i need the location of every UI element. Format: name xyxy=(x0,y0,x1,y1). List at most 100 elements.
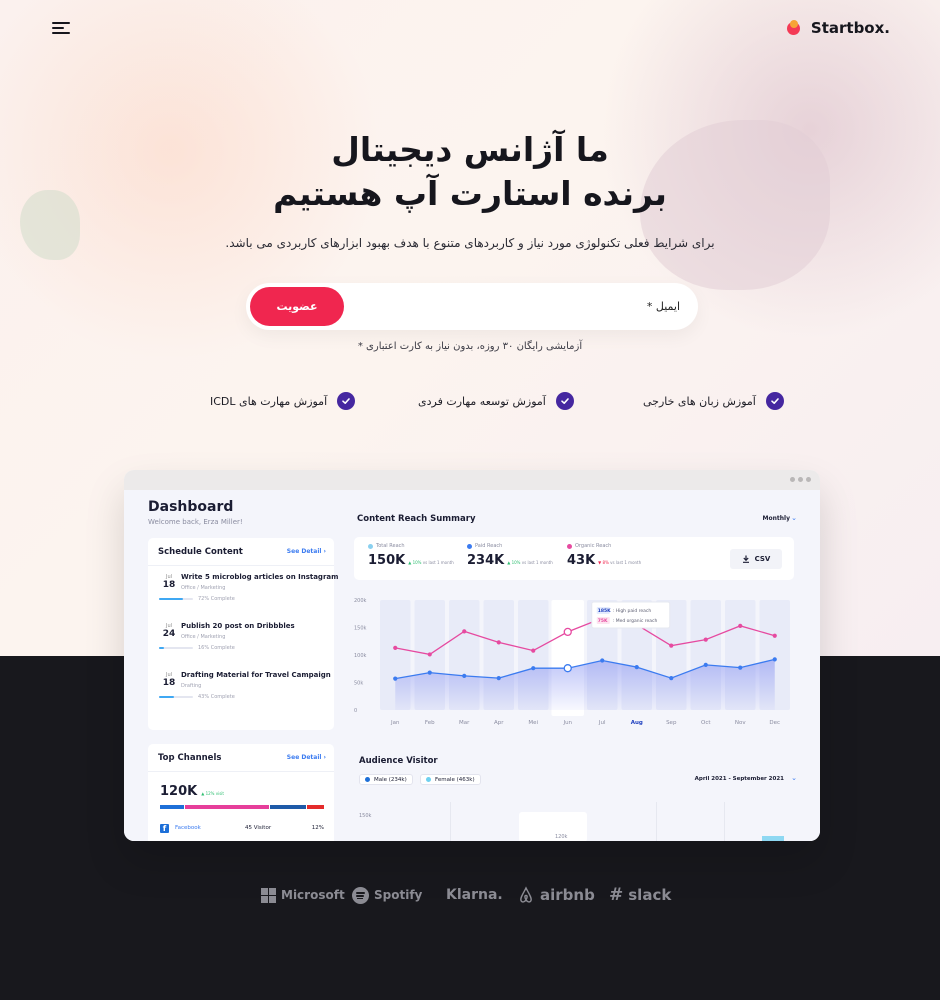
dashboard-welcome: Welcome back, Erza Miller! xyxy=(148,518,243,526)
facebook-icon: f xyxy=(160,824,169,833)
reach-title: Content Reach Summary xyxy=(357,514,476,524)
task-title: Write 5 microblog articles on Instagram xyxy=(181,573,339,581)
legend-male[interactable]: Male (234k) xyxy=(359,774,413,785)
stat-paid: Paid Reach 234K ▲ 10% vs last 1 month xyxy=(467,543,553,568)
tooltip-value: 75K xyxy=(598,618,608,624)
y-tick-label: 0 xyxy=(354,708,357,714)
stat-value: 150K xyxy=(368,553,406,568)
series-point xyxy=(496,640,501,645)
series-point xyxy=(669,676,674,681)
paid-dot-icon xyxy=(467,543,472,549)
channel-row[interactable]: f Facebook 45 Visitor 12% xyxy=(160,824,324,834)
feature-label: آموزش زبان های خارجی xyxy=(643,394,756,408)
schedule-title: Schedule Content xyxy=(158,547,243,557)
series-point xyxy=(496,676,501,681)
audience-axis-label: 150k xyxy=(359,813,372,819)
channels-title: Top Channels xyxy=(158,753,222,763)
channels-total: 120K xyxy=(160,784,198,799)
partner-logos: Microsoft Spotify Klarna. airbnb # slack xyxy=(0,884,940,906)
top-channels-card: Top Channels See Detail › 120K ▲ 12% vis… xyxy=(148,744,334,841)
total-dot-icon xyxy=(368,543,373,549)
x-tick-label: Aug xyxy=(631,720,643,726)
hero-title: ما آژانس دیجیتال برنده استارت آپ هستیم xyxy=(0,128,940,216)
channels-share-bar xyxy=(160,805,325,809)
series-point xyxy=(600,658,605,663)
x-tick-label: Jan xyxy=(390,720,400,726)
y-tick-label: 150k xyxy=(354,626,367,632)
task-progress-label: 16% Complete xyxy=(198,645,235,651)
feature-item: آموزش مهارت های ICDL xyxy=(210,392,356,410)
task-tags: Office / Marketing xyxy=(181,634,226,640)
x-tick-label: Sep xyxy=(666,720,677,726)
feature-item: آموزش توسعه مهارت فردی xyxy=(418,392,574,410)
series-point xyxy=(393,645,398,650)
period-select[interactable]: Monthly xyxy=(763,515,790,522)
x-tick-label: Dec xyxy=(769,720,780,726)
task-tags: Drafting xyxy=(181,683,202,689)
logo-mark-icon xyxy=(786,20,803,36)
channel-percent: 12% xyxy=(311,825,324,831)
tooltip-value: 185K xyxy=(598,608,611,614)
feature-item: آموزش زبان های خارجی xyxy=(643,392,784,410)
series-point xyxy=(772,657,777,662)
stat-organic: Organic Reach 43K ▼ 8% vs last 1 month xyxy=(567,543,642,568)
dashboard-title: Dashboard xyxy=(148,499,234,515)
schedule-card: Schedule Content See Detail › Jul 18 Writ… xyxy=(148,538,338,730)
check-circle-icon xyxy=(337,392,356,410)
series-point xyxy=(393,676,398,681)
schedule-see-detail-link[interactable]: See Detail › xyxy=(287,548,326,555)
hero-title-line2: برنده استارت آپ هستیم xyxy=(273,174,667,213)
chevron-down-icon[interactable]: ⌄ xyxy=(791,514,797,522)
audience-date-range[interactable]: April 2021 - September 2021 xyxy=(695,776,784,782)
slack-icon: # xyxy=(609,885,624,905)
task-item[interactable]: Jul 18 Drafting Material for Travel Campa… xyxy=(158,670,331,712)
window-dots-icon xyxy=(790,477,811,482)
slack-logo: # slack xyxy=(609,885,672,905)
stat-value: 43K xyxy=(567,553,596,568)
trial-note: آزمایشی رایگان ۳۰ روزه، بدون نیاز به کار… xyxy=(357,341,583,352)
task-tags: Office / Marketing xyxy=(181,585,226,591)
hero-title-line1: ما آژانس دیجیتال xyxy=(331,130,609,169)
series-point xyxy=(703,637,708,642)
task-progress-bar xyxy=(159,647,193,649)
channels-see-detail-link[interactable]: See Detail › xyxy=(287,754,326,761)
audience-bar xyxy=(762,836,784,841)
dashboard-preview: Dashboard Welcome back, Erza Miller! Sch… xyxy=(124,470,820,841)
microsoft-icon xyxy=(261,887,276,903)
legend-female[interactable]: Female (463k) xyxy=(420,774,481,785)
klarna-logo: Klarna. xyxy=(446,887,503,903)
chevron-down-icon[interactable]: ⌄ xyxy=(791,774,797,782)
join-button[interactable]: عضویت xyxy=(250,287,344,326)
x-tick-label: Mei xyxy=(528,720,538,726)
audience-tooltip: 120k xyxy=(519,812,587,841)
task-progress-label: 72% Complete xyxy=(198,596,235,602)
y-tick-label: 50k xyxy=(354,681,363,687)
x-tick-label: Jul xyxy=(598,720,606,726)
y-tick-label: 100k xyxy=(354,653,367,659)
airbnb-logo: airbnb xyxy=(517,884,595,906)
series-point xyxy=(738,665,743,670)
y-tick-label: 200k xyxy=(354,598,367,604)
check-circle-icon xyxy=(765,392,784,410)
task-item[interactable]: Jul 18 Write 5 microblog articles on Inst… xyxy=(158,572,338,614)
task-progress-label: 43% Complete xyxy=(198,694,235,700)
series-point xyxy=(531,666,536,671)
spotify-logo: Spotify xyxy=(352,884,422,906)
tooltip-label: : Med organic reach xyxy=(613,618,658,624)
hamburger-icon[interactable] xyxy=(52,20,70,36)
email-input[interactable] xyxy=(380,295,680,317)
csv-download-button[interactable]: CSV xyxy=(730,549,782,569)
tooltip-label: : High paid reach xyxy=(613,608,652,614)
check-circle-icon xyxy=(555,392,574,410)
x-tick-label: Apr xyxy=(494,720,504,726)
x-tick-label: Oct xyxy=(701,720,711,726)
channel-visitors: 45 Visitor xyxy=(245,825,272,831)
airbnb-icon xyxy=(520,886,532,903)
series-point xyxy=(427,670,432,675)
audience-title: Audience Visitor xyxy=(359,756,438,766)
feature-label: آموزش توسعه مهارت فردی xyxy=(418,394,546,408)
download-icon xyxy=(742,555,749,563)
task-item[interactable]: Jul 24 Publish 20 post on Dribbbles Offic… xyxy=(158,621,328,663)
x-tick-label: Feb xyxy=(425,720,435,726)
brand-logo[interactable]: Startbox. xyxy=(786,19,890,37)
